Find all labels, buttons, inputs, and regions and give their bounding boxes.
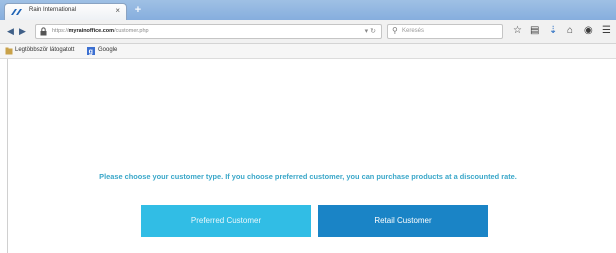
- clipboard-icon[interactable]: ▤: [530, 25, 539, 36]
- forward-icon[interactable]: ▶: [19, 26, 26, 36]
- search-placeholder: Keresés: [402, 28, 425, 34]
- new-tab-button[interactable]: +: [131, 4, 145, 16]
- back-icon[interactable]: ◀: [7, 26, 14, 36]
- home-icon[interactable]: ⌂: [567, 25, 573, 36]
- pocket-icon[interactable]: ◉: [584, 25, 593, 36]
- bookmarks-bar: Legtöbbször látogatott g Google: [0, 44, 616, 59]
- url-text: https://myrainoffice.com/customer.php: [52, 28, 149, 34]
- tab-close-icon[interactable]: ×: [115, 6, 120, 15]
- star-icon[interactable]: ☆: [513, 25, 522, 36]
- lock-icon: [40, 27, 47, 36]
- navigation-bar: ◀ ▶ https://myrainoffice.com/customer.ph…: [0, 20, 616, 44]
- page-content: Please choose your customer type. If you…: [0, 59, 616, 253]
- browser-tab[interactable]: Rain International ×: [4, 3, 127, 20]
- search-icon: ⚲: [392, 26, 398, 35]
- tab-title: Rain International: [29, 7, 77, 13]
- download-icon[interactable]: ⇣: [549, 25, 557, 36]
- reload-icon[interactable]: ▾ ↻: [365, 27, 376, 35]
- tab-strip: Rain International × +: [0, 0, 616, 20]
- url-path: /customer.php: [114, 28, 149, 34]
- url-domain: myrainoffice.com: [68, 28, 115, 34]
- url-prefix: https://: [52, 28, 69, 34]
- google-icon: g: [87, 47, 95, 55]
- bookmark-folder-icon: [5, 47, 13, 55]
- search-bar[interactable]: ⚲ Keresés: [387, 24, 503, 39]
- customer-type-message: Please choose your customer type. If you…: [99, 172, 517, 181]
- bookmark-google[interactable]: Google: [98, 47, 117, 53]
- address-bar[interactable]: https://myrainoffice.com/customer.php ▾ …: [35, 24, 382, 39]
- preferred-customer-button[interactable]: Preferred Customer: [141, 205, 311, 237]
- svg-text:g: g: [89, 49, 93, 55]
- page-divider: [7, 59, 8, 253]
- retail-customer-button[interactable]: Retail Customer: [318, 205, 488, 237]
- bookmark-most-visited[interactable]: Legtöbbször látogatott: [15, 47, 74, 53]
- menu-icon[interactable]: ☰: [602, 25, 611, 36]
- rain-logo-icon: [11, 9, 22, 15]
